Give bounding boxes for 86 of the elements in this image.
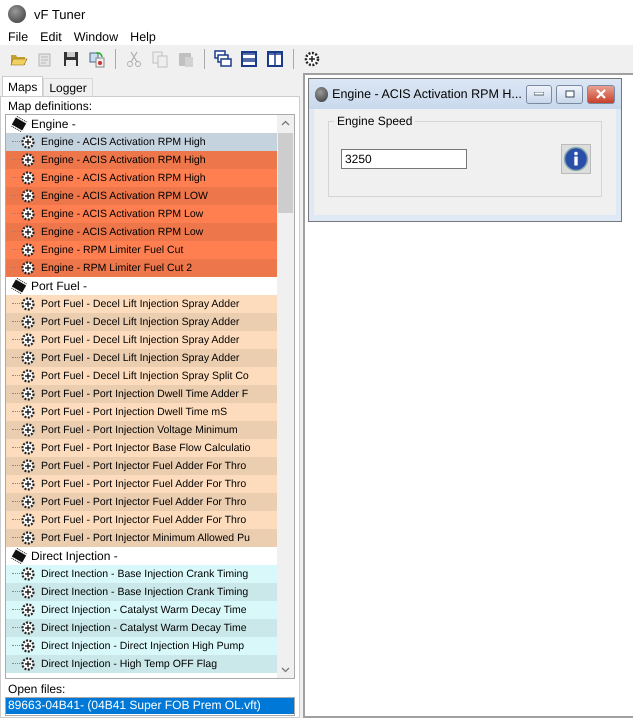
tree-item[interactable]: Port Fuel - Decel Lift Injection Spray Adder xyxy=(6,294,277,313)
gear-icon xyxy=(20,350,36,366)
gear-icon xyxy=(20,188,36,204)
tree-item[interactable]: Port Fuel - Port Injector Base Flow Calculatio xyxy=(6,438,277,457)
gear-icon xyxy=(20,170,36,186)
gear-icon xyxy=(20,476,36,492)
tree-item[interactable]: Engine - ACIS Activation RPM Low xyxy=(6,222,277,241)
tree-item[interactable]: Engine - ACIS Activation RPM High xyxy=(6,168,277,187)
maximize-icon xyxy=(564,90,575,98)
tree-item[interactable]: Port Fuel - Decel Lift Injection Spray Adder xyxy=(6,348,277,367)
tree-group-label: Direct Injection - xyxy=(31,548,118,563)
gear-icon xyxy=(20,494,36,510)
tab[interactable]: Logger xyxy=(43,78,93,96)
tree-item[interactable]: Port Fuel - Decel Lift Injection Spray Adder xyxy=(6,330,277,349)
tile-vertical-icon[interactable] xyxy=(264,48,286,70)
minimize-button[interactable] xyxy=(526,84,552,104)
tree-item[interactable]: Port Fuel - Decel Lift Injection Spray Split Co xyxy=(6,366,277,385)
gear-icon xyxy=(20,530,36,546)
gear-icon xyxy=(20,152,36,168)
file-list-item[interactable]: 89663-04B41- (04B41 Super FOB Prem OL.vft) xyxy=(6,698,294,714)
tree-item[interactable]: Direct Inection - Base Injection Crank Timing xyxy=(6,582,277,601)
gear-icon xyxy=(20,620,36,636)
tree-item[interactable]: Direct Injection - Catalyst Warm Decay Time xyxy=(6,618,277,637)
info-button[interactable] xyxy=(561,144,591,174)
gear-icon xyxy=(20,638,36,654)
window-title: vF Tuner xyxy=(34,6,86,22)
close-icon xyxy=(594,89,607,99)
menu-item[interactable]: Window xyxy=(68,30,124,44)
input-field[interactable]: 3250 xyxy=(341,149,467,169)
gear-icon xyxy=(20,368,36,384)
tile-horizontal-icon[interactable] xyxy=(238,48,260,70)
tree-item[interactable]: Engine - ACIS Activation RPM Low xyxy=(6,204,277,223)
tree-item[interactable]: Port Fuel - Port Injection Voltage Minimum xyxy=(6,420,277,439)
gear-icon xyxy=(20,386,36,402)
tree-item[interactable]: Direct Injection - Direct Injection High Pump xyxy=(6,636,277,655)
menu-item[interactable]: Edit xyxy=(34,30,68,44)
group-label: Map definitions: xyxy=(7,99,94,114)
tree-item[interactable]: Direct Inection - Base Injection Crank Timing xyxy=(6,564,277,583)
close-button[interactable] xyxy=(586,84,615,104)
group-label: Open files: xyxy=(7,682,66,698)
gear-icon xyxy=(20,656,36,672)
tree-item[interactable]: Engine - RPM Limiter Fuel Cut 2 xyxy=(6,258,277,277)
gear-icon xyxy=(20,512,36,528)
tree-item[interactable]: Port Fuel - Port Injection Dwell Time Adder F xyxy=(6,384,277,403)
maximize-button[interactable] xyxy=(556,84,583,104)
tree-item[interactable]: Port Fuel - Port Injection Dwell Time mS xyxy=(6,402,277,421)
scroll-thumb[interactable] xyxy=(278,132,293,213)
tree-item[interactable]: Direct Injection - High Temp OFF Flag xyxy=(6,654,277,673)
tree-item[interactable]: Direct Injection - Catalyst Warm Decay Time xyxy=(6,600,277,619)
tree-group-label: Engine - xyxy=(31,116,76,131)
gear-icon xyxy=(20,296,36,312)
tree-group-label: Port Fuel - xyxy=(31,278,88,293)
tree-item[interactable]: Port Fuel - Port Injector Fuel Adder For Thro xyxy=(6,492,277,511)
gear-icon xyxy=(20,440,36,456)
app-logo-icon xyxy=(8,5,26,23)
menu-item[interactable]: File xyxy=(2,30,34,44)
gear-icon xyxy=(20,422,36,438)
tree-item[interactable]: Port Fuel - Port Injector Fuel Adder For Thro xyxy=(6,510,277,529)
scrollbar[interactable] xyxy=(277,114,294,678)
tree-item[interactable]: Engine - RPM Limiter Fuel Cut xyxy=(6,240,277,259)
gear-icon xyxy=(20,314,36,330)
menu-item[interactable]: Help xyxy=(124,30,162,44)
tree-item[interactable]: Engine - ACIS Activation RPM High xyxy=(6,132,277,151)
tab[interactable]: Maps xyxy=(2,76,44,96)
gear-icon xyxy=(20,602,36,618)
minimize-icon xyxy=(534,92,544,96)
cascade-windows-icon[interactable] xyxy=(212,48,234,70)
gear-icon xyxy=(20,404,36,420)
tree-item[interactable]: Engine - ACIS Activation RPM LOW xyxy=(6,186,277,205)
app-logo-icon xyxy=(315,86,328,102)
tree-item[interactable]: Engine - ACIS Activation RPM High xyxy=(6,150,277,169)
gear-icon xyxy=(20,584,36,600)
tree-item[interactable]: Port Fuel - Port Injector Fuel Adder For Thro xyxy=(6,474,277,493)
group-label: Engine Speed xyxy=(334,114,416,128)
gear-icon xyxy=(20,206,36,222)
window-title: Engine - ACIS Activation RPM H... xyxy=(332,87,522,101)
gear-icon xyxy=(20,566,36,582)
gear-icon xyxy=(20,260,36,276)
gear-icon xyxy=(20,242,36,258)
gear-icon xyxy=(20,224,36,240)
tree-item[interactable]: Port Fuel - Decel Lift Injection Spray Adder xyxy=(6,312,277,331)
tree-item[interactable]: Port Fuel - Port Injector Fuel Adder For Thro xyxy=(6,456,277,475)
gear-icon xyxy=(20,458,36,474)
gear-icon xyxy=(20,332,36,348)
gear-icon xyxy=(20,134,36,150)
tree-item[interactable]: Port Fuel - Port Injector Minimum Allowed Pu xyxy=(6,528,277,547)
